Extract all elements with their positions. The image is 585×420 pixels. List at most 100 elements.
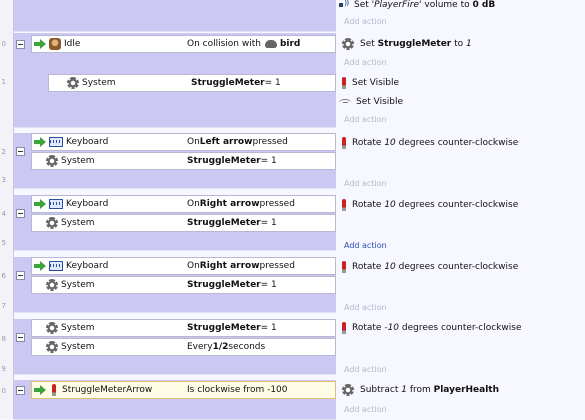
- eye-icon: [339, 98, 353, 106]
- line-number: 2: [1, 148, 6, 156]
- action-text: Rotate 10 degrees counter-clockwise: [352, 138, 519, 148]
- condition-row[interactable]: Keyboard On Right arrow pressed: [31, 257, 336, 275]
- action-text: Set Visible: [352, 78, 400, 88]
- needle-icon: [342, 137, 346, 149]
- add-action-link[interactable]: Add action: [344, 58, 387, 67]
- line-number: 6: [1, 272, 6, 280]
- collapse-toggle[interactable]: [16, 271, 25, 280]
- condition-text: StruggleMeter = 1: [187, 280, 277, 290]
- line-number: 0: [1, 40, 6, 48]
- condition-row[interactable]: Idle On collision with bird: [31, 35, 336, 53]
- action-text: Set 'PlayerFire' volume to 0 dB: [354, 0, 496, 10]
- add-action-link[interactable]: Add action: [344, 179, 387, 188]
- line-number: 0: [1, 387, 6, 395]
- gear-icon: [46, 155, 58, 167]
- trigger-arrow-icon: [34, 261, 46, 271]
- action-row[interactable]: Rotate 10 degrees counter-clockwise: [339, 196, 585, 214]
- collapse-toggle[interactable]: [16, 209, 25, 218]
- condition-row[interactable]: System StruggleMeter = 1: [31, 152, 336, 170]
- keyboard-icon: [49, 199, 63, 209]
- condition-row[interactable]: Keyboard On Left arrow pressed: [31, 133, 336, 151]
- gear-icon: [46, 341, 58, 353]
- needle-icon: [342, 322, 346, 334]
- add-action-link[interactable]: Add action: [344, 17, 387, 26]
- action-text: Subtract 1 from PlayerHealth: [360, 385, 500, 395]
- gear-icon: [342, 384, 354, 396]
- idle-sprite-icon: [49, 38, 61, 50]
- needle-icon: [342, 261, 346, 273]
- speaker-icon: [339, 0, 351, 10]
- needle-icon: [342, 199, 346, 211]
- gear-icon: [46, 217, 58, 229]
- condition-text: On collision with bird: [187, 39, 301, 49]
- collapse-toggle[interactable]: [16, 386, 25, 395]
- keyboard-icon: [49, 137, 63, 147]
- action-row[interactable]: Rotate 10 degrees counter-clockwise: [339, 258, 585, 276]
- object-name: System: [61, 280, 95, 290]
- object-name: System: [61, 323, 95, 333]
- condition-row[interactable]: System Every 1/2 seconds: [31, 338, 336, 356]
- action-text: Set StruggleMeter to 1: [360, 39, 472, 49]
- gear-icon: [67, 77, 79, 89]
- line-number: 3: [1, 176, 6, 184]
- condition-row[interactable]: Keyboard On Right arrow pressed: [31, 195, 336, 213]
- action-text: Rotate -10 degrees counter-clockwise: [352, 323, 522, 333]
- condition-text: On Right arrow pressed: [187, 199, 295, 209]
- action-row[interactable]: Set Visible: [339, 74, 585, 92]
- collapse-toggle[interactable]: [16, 147, 25, 156]
- trigger-arrow-icon: [34, 199, 46, 209]
- needle-icon: [52, 384, 56, 396]
- condition-text: StruggleMeter = 1: [187, 323, 277, 333]
- event-block-previous[interactable]: [14, 0, 336, 32]
- action-row[interactable]: Rotate 10 degrees counter-clockwise: [339, 134, 585, 152]
- trigger-arrow-icon: [34, 385, 46, 395]
- gear-icon: [46, 322, 58, 334]
- gear-icon: [46, 279, 58, 291]
- condition-row[interactable]: System StruggleMeter = 1: [31, 276, 336, 294]
- add-action-link[interactable]: Add action: [344, 405, 387, 414]
- condition-text: Every 1/2 seconds: [187, 342, 266, 352]
- collapse-toggle[interactable]: [16, 333, 25, 342]
- condition-text: Is clockwise from -100: [187, 385, 288, 395]
- action-text: Rotate 10 degrees counter-clockwise: [352, 262, 519, 272]
- object-name: Keyboard: [66, 199, 109, 209]
- condition-row-selected[interactable]: StruggleMeterArrow Is clockwise from -10…: [31, 381, 336, 399]
- action-row[interactable]: Rotate -10 degrees counter-clockwise: [339, 319, 585, 337]
- trigger-arrow-icon: [34, 39, 46, 49]
- add-action-link[interactable]: Add action: [344, 365, 387, 374]
- action-row[interactable]: Set 'PlayerFire' volume to 0 dB: [339, 0, 585, 14]
- trigger-arrow-icon: [34, 137, 46, 147]
- add-action-link[interactable]: Add action: [344, 241, 387, 250]
- add-action-link[interactable]: Add action: [344, 303, 387, 312]
- line-number: 7: [1, 302, 6, 310]
- line-number: 5: [1, 239, 6, 247]
- line-number: 4: [1, 210, 6, 218]
- action-row[interactable]: Subtract 1 from PlayerHealth: [339, 381, 585, 399]
- line-number: 8: [1, 335, 6, 343]
- condition-text: StruggleMeter = 1: [191, 78, 281, 88]
- action-text: Set Visible: [356, 97, 404, 107]
- line-number: 1: [1, 78, 6, 86]
- keyboard-icon: [49, 261, 63, 271]
- action-row[interactable]: Set StruggleMeter to 1: [339, 35, 585, 53]
- condition-text: StruggleMeter = 1: [187, 218, 277, 228]
- action-row[interactable]: Set Visible: [339, 93, 585, 111]
- object-name: System: [61, 156, 95, 166]
- line-number: 9: [1, 365, 6, 373]
- object-name: Keyboard: [66, 137, 109, 147]
- condition-row[interactable]: System StruggleMeter = 1: [31, 319, 336, 337]
- condition-text: On Right arrow pressed: [187, 261, 295, 271]
- condition-text: StruggleMeter = 1: [187, 156, 277, 166]
- add-action-link[interactable]: Add action: [344, 115, 387, 124]
- condition-row[interactable]: System StruggleMeter = 1: [31, 214, 336, 232]
- object-name: System: [61, 342, 95, 352]
- condition-text: On Left arrow pressed: [187, 137, 288, 147]
- bird-icon: [264, 40, 277, 48]
- object-name: System: [82, 78, 116, 88]
- needle-icon: [342, 77, 346, 89]
- object-name: StruggleMeterArrow: [62, 385, 153, 395]
- gear-icon: [342, 38, 354, 50]
- subevent-condition-row[interactable]: System StruggleMeter = 1: [48, 74, 336, 92]
- object-name: Idle: [64, 39, 81, 49]
- collapse-toggle[interactable]: [16, 40, 25, 49]
